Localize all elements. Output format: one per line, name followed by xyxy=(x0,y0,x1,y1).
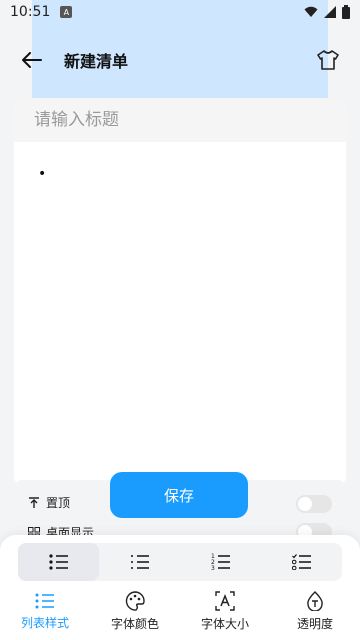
wifi-icon xyxy=(304,6,318,17)
status-time: 10:51 xyxy=(10,4,51,20)
pin-top-icon xyxy=(29,496,39,508)
bullet-list-style-button[interactable] xyxy=(18,543,99,581)
tab-label-list-style: 列表样式 xyxy=(20,615,69,630)
svg-text:3: 3 xyxy=(211,565,215,571)
bottom-tabs: 列表样式 字体颜色 字体大小 透明度 xyxy=(0,585,360,637)
tab-label-font-size: 字体大小 xyxy=(200,616,249,631)
status-icons xyxy=(304,5,350,19)
note-card: • xyxy=(14,98,346,488)
tab-transparency[interactable]: 透明度 xyxy=(270,585,360,637)
list-bullet[interactable]: • xyxy=(38,166,46,182)
palette-icon xyxy=(125,590,145,611)
pin-label: 置顶 xyxy=(46,496,71,510)
tab-font-color[interactable]: 字体颜色 xyxy=(90,585,180,637)
pin-option[interactable]: 置顶 xyxy=(28,494,70,511)
tab-list-style[interactable]: 列表样式 xyxy=(0,585,90,637)
bottom-sheet: 123 列表样式 字体颜色 字体大小 透明度 xyxy=(0,535,360,640)
list-style-selector: 123 xyxy=(18,543,342,581)
status-bar: 10:51 A xyxy=(0,0,360,24)
transparency-icon xyxy=(307,590,323,611)
theme-button[interactable] xyxy=(312,44,344,76)
tab-label-font-color: 字体颜色 xyxy=(110,616,159,631)
page-title: 新建清单 xyxy=(64,52,129,71)
checklist-icon xyxy=(291,554,311,570)
signal-icon xyxy=(324,6,336,18)
bullet-list-icon xyxy=(48,554,68,570)
numbered-list-icon: 123 xyxy=(211,553,230,571)
title-input[interactable] xyxy=(14,98,346,142)
notification-icon: A xyxy=(60,6,73,18)
list-style-icon xyxy=(35,593,54,608)
save-button[interactable]: 保存 xyxy=(110,472,248,518)
top-bar: 新建清单 xyxy=(0,24,360,96)
back-arrow-icon xyxy=(22,52,42,68)
tab-font-size[interactable]: 字体大小 xyxy=(180,585,270,637)
battery-icon xyxy=(342,5,350,19)
dash-list-icon xyxy=(130,555,149,569)
checklist-style-button[interactable] xyxy=(261,543,342,581)
numbered-list-style-button[interactable]: 123 xyxy=(180,543,261,581)
tab-label-transparency: 透明度 xyxy=(296,616,333,631)
pin-toggle[interactable] xyxy=(296,495,332,513)
back-button[interactable] xyxy=(16,44,48,76)
font-size-icon xyxy=(215,590,235,611)
dash-list-style-button[interactable] xyxy=(99,543,180,581)
shirt-icon xyxy=(317,50,339,70)
